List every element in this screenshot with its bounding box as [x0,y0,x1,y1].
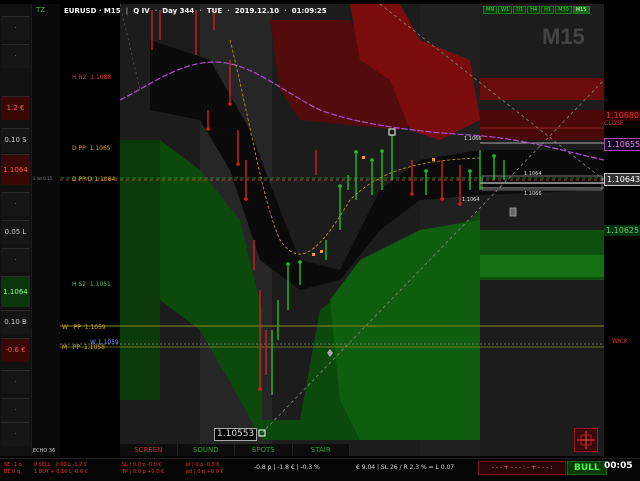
status-sl: SL | 0.0 p -0.0 € [122,462,162,468]
pivot-w-pp: W PP 1.1059 [62,324,106,331]
tf-h1[interactable]: H1 [541,6,555,14]
timeframe-bar: MN W1 D1 H4 H1 M30 M15 [483,6,590,14]
green-zone [480,255,604,277]
tf-m30[interactable]: M30 [555,6,572,14]
tz-label: TZ [36,6,46,14]
header-bar: EURUSD · M15 | Q IV · Day 344 · TUE · 2019.1… [60,4,327,18]
status-account: € 9.04 | SL 26 / R 2.3 % = L 0.07 [356,464,455,471]
quarter-label: Q IV [133,7,150,15]
tick-label: 1.1066 [524,191,542,197]
tab-stair[interactable]: STAIR [292,444,350,456]
status-be: BE 0 q [4,469,21,475]
signal-strip: - - - + - - - : - + - - - : [478,461,566,475]
status-pnl: -0.8 p | -1.8 € | -0.3 % [254,464,320,471]
low-price-box: 1.10553 [214,428,258,441]
timeframe-watermark: M15 [542,24,585,49]
symbol-label[interactable]: EURUSD · M15 [60,4,125,18]
pivot-h-r2: H R2 1.1088 [72,74,112,81]
status-pd: pd | 0 p +0.0 € [186,469,224,475]
tf-mn[interactable]: MN [483,6,498,14]
tab-spots[interactable]: SPOTS [235,444,293,456]
price-label-support: 1.10625 [604,225,640,236]
pivot-d-pp-d: D PP D 1.1064 [72,176,116,183]
wick-label: WICK [612,338,628,345]
weekday-label: TUE [206,7,223,15]
price-label-current: 1.10643 [604,173,640,186]
tf-w1[interactable]: W1 [498,6,513,14]
time-label: 01:09:25 [291,7,327,15]
tf-h4[interactable]: H4 [527,6,541,14]
tab-screen[interactable]: SCREEN [120,444,178,456]
date-label: 2019.12.10 [234,7,280,15]
status-sell: 0 SELL · 0.00 L -1.2 € [34,462,88,468]
red-zone [480,110,604,140]
tab-sound[interactable]: SOUND [177,444,235,456]
status-buy: 1 BUY + 0.10 L -0.6 € [34,469,88,475]
price-chart[interactable] [0,0,640,480]
trend-badge: BULL [567,461,607,475]
bar-countdown: 00:05 [604,461,633,471]
crosshair-button[interactable] [574,428,598,452]
tf-m15[interactable]: M15 [572,6,590,14]
tick-label: 1.1064 [462,197,480,203]
lot-note: S lot 0.15 [33,176,53,181]
price-label-ma: 1.10655 [604,138,640,151]
pivot-d-pp: D PP 1.1065 [72,145,111,152]
close-label: CLOSE [604,120,624,127]
status-pl: pl | 0 p -0.0 € [186,462,220,468]
status-se: SE -1 q [4,462,22,468]
crosshair-icon [577,431,595,449]
tick-label: 1.1066 [464,136,482,142]
tick-label: 1.1064 [524,171,542,177]
status-tp: TP | 0.0 p +0.0 € [122,469,165,475]
pivot-w-mark: W 1.1059 [90,339,119,346]
echo-label: ECHO 36 [33,448,56,454]
tool-tabs: SCREEN SOUND SPOTS STAIR [120,444,350,456]
pivot-h-s2: H S2 1.1051 [72,281,111,288]
day-label: Day 344 [162,7,195,15]
tf-d1[interactable]: D1 [513,6,527,14]
